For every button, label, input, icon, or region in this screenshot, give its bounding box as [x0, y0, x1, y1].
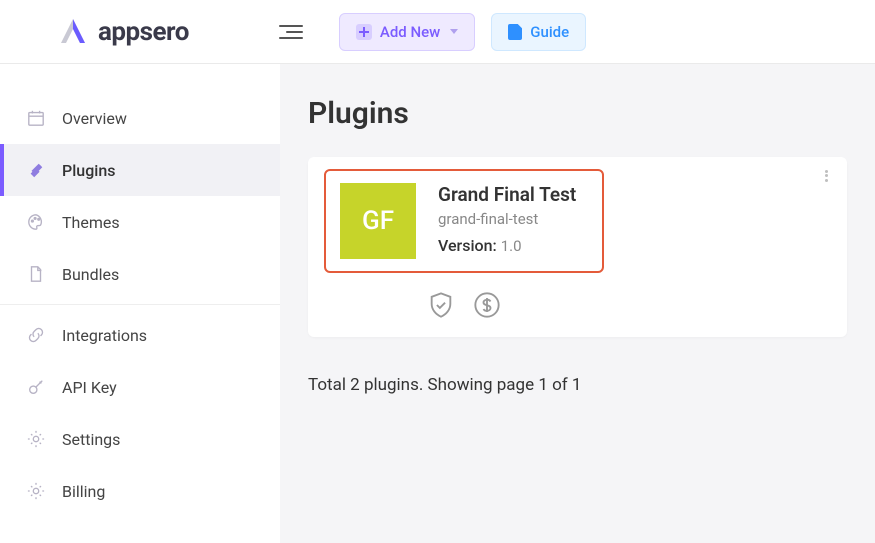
sidebar-item-themes[interactable]: Themes — [0, 196, 280, 248]
sidebar-item-settings[interactable]: Settings — [0, 413, 280, 465]
plugin-version: Version:1.0 — [438, 236, 576, 255]
plug-icon — [26, 160, 46, 180]
sidebar-item-plugins[interactable]: Plugins — [0, 144, 280, 196]
sidebar-item-label: Overview — [62, 109, 127, 128]
sidebar-item-overview[interactable]: Overview — [0, 92, 280, 144]
brand-logo-icon — [56, 15, 90, 49]
sidebar-item-bundles[interactable]: Bundles — [0, 248, 280, 300]
plugin-version-label: Version: — [438, 236, 497, 255]
shield-check-icon — [427, 291, 455, 319]
plus-icon — [356, 24, 372, 40]
add-new-button[interactable]: Add New — [339, 13, 475, 51]
card-menu-button[interactable] — [817, 167, 835, 185]
sidebar-item-label: Themes — [62, 213, 120, 232]
sidebar: Overview Plugins Themes Bundles Integra — [0, 64, 280, 543]
key-icon — [26, 377, 46, 397]
sidebar-item-integrations[interactable]: Integrations — [0, 309, 280, 361]
sidebar-toggle-icon[interactable] — [279, 20, 303, 44]
dollar-circle-icon — [473, 291, 501, 319]
file-icon — [26, 264, 46, 284]
plugin-version-value: 1.0 — [501, 237, 522, 255]
plugin-thumbnail: GF — [340, 183, 416, 259]
sidebar-item-label: API Key — [62, 378, 117, 397]
add-new-label: Add New — [380, 23, 440, 41]
calendar-icon — [26, 108, 46, 128]
plugin-card[interactable]: GF Grand Final Test grand-final-test Ver… — [308, 157, 847, 337]
guide-button[interactable]: Guide — [491, 13, 586, 51]
sidebar-item-billing[interactable]: Billing — [0, 465, 280, 517]
plugin-name: Grand Final Test — [438, 183, 576, 206]
page-title: Plugins — [308, 96, 847, 131]
sidebar-divider — [0, 304, 280, 305]
sidebar-item-label: Bundles — [62, 265, 119, 284]
plugin-highlight: GF Grand Final Test grand-final-test Ver… — [324, 169, 604, 273]
gear-icon — [26, 429, 46, 449]
sidebar-item-label: Settings — [62, 430, 120, 449]
link-icon — [26, 325, 46, 345]
sidebar-item-label: Integrations — [62, 326, 147, 345]
chevron-down-icon — [450, 29, 458, 34]
document-icon — [508, 24, 522, 40]
sidebar-item-apikey[interactable]: API Key — [0, 361, 280, 413]
sidebar-item-label: Billing — [62, 482, 105, 501]
palette-icon — [26, 212, 46, 232]
sidebar-item-label: Plugins — [62, 161, 115, 180]
pagination-summary: Total 2 plugins. Showing page 1 of 1 — [308, 375, 847, 395]
brand-name: appsero — [98, 17, 189, 47]
plugin-slug: grand-final-test — [438, 210, 576, 228]
gear-icon — [26, 481, 46, 501]
guide-label: Guide — [530, 23, 569, 41]
brand-logo[interactable]: appsero — [56, 15, 189, 49]
